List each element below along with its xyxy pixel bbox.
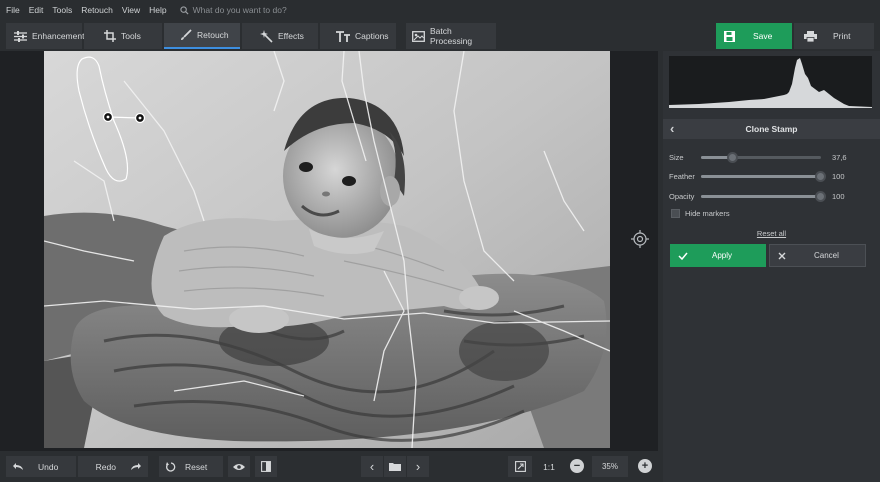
- fit-screen-icon: [514, 461, 526, 472]
- menu-edit[interactable]: Edit: [26, 0, 47, 20]
- histogram: [669, 56, 872, 108]
- opacity-slider-fill: [701, 194, 821, 198]
- bottom-bar: Undo Redo Reset ‹ › 1:1 − 35% +: [0, 451, 658, 482]
- menu-view[interactable]: View: [119, 0, 143, 20]
- hide-markers-label: Hide markers: [685, 209, 730, 218]
- opacity-slider-knob[interactable]: [815, 190, 826, 202]
- apply-label: Apply: [712, 251, 733, 260]
- compare-icon: [261, 461, 271, 472]
- opacity-label: Opacity: [669, 191, 695, 201]
- tab-effects[interactable]: Effects: [242, 23, 318, 49]
- redo-arrow-icon: [130, 462, 141, 471]
- back-chevron-icon[interactable]: ‹: [670, 122, 674, 136]
- feather-label: Feather: [669, 171, 695, 181]
- actual-size-button[interactable]: 1:1: [538, 456, 560, 477]
- redo-button[interactable]: Redo: [78, 456, 148, 477]
- sliders-icon: [14, 30, 27, 42]
- opacity-value: 100: [832, 191, 845, 201]
- search-placeholder: What do you want to do?: [192, 5, 287, 15]
- close-icon: [778, 252, 786, 260]
- size-label: Size: [669, 152, 684, 162]
- zoom-level[interactable]: 35%: [592, 456, 628, 477]
- hide-markers-option[interactable]: Hide markers: [671, 209, 730, 218]
- undo-label: Undo: [38, 461, 59, 472]
- clone-stamp-header: ‹ Clone Stamp: [663, 119, 880, 139]
- size-slider[interactable]: [701, 151, 821, 163]
- eye-preview-button[interactable]: [228, 456, 250, 477]
- tab-captions-label: Captions: [355, 31, 389, 41]
- fit-to-screen-button[interactable]: [508, 456, 532, 477]
- search-icon: [180, 5, 189, 15]
- printer-icon: [804, 30, 817, 42]
- cancel-label: Cancel: [814, 251, 839, 260]
- reset-label: Reset: [185, 461, 208, 472]
- print-button[interactable]: Print: [794, 23, 874, 49]
- panel-title: Clone Stamp: [745, 124, 798, 134]
- compare-button[interactable]: [255, 456, 277, 477]
- tab-enhancement-label: Enhancement: [32, 31, 85, 41]
- crop-icon: [104, 30, 116, 42]
- feather-slider-row: Feather 100: [669, 170, 874, 182]
- menu-help[interactable]: Help: [146, 0, 169, 20]
- menu-bar: File Edit Tools Retouch View Help What d…: [0, 0, 880, 20]
- text-icon: [336, 30, 350, 42]
- prev-image-button[interactable]: ‹: [361, 456, 383, 477]
- target-crosshair-icon[interactable]: [631, 230, 649, 250]
- apply-button[interactable]: Apply: [670, 244, 766, 267]
- next-image-button[interactable]: ›: [407, 456, 429, 477]
- menu-file[interactable]: File: [3, 0, 23, 20]
- photo-canvas[interactable]: [44, 51, 610, 448]
- chevron-left-icon: ‹: [369, 459, 375, 474]
- tab-effects-label: Effects: [278, 31, 304, 41]
- save-button[interactable]: Save: [716, 23, 792, 49]
- folder-icon: [389, 462, 401, 471]
- feather-slider-knob[interactable]: [815, 170, 826, 182]
- size-slider-knob[interactable]: [727, 151, 739, 163]
- chevron-right-icon: ›: [415, 459, 421, 474]
- zoom-out-icon[interactable]: −: [570, 459, 584, 473]
- search-box[interactable]: What do you want to do?: [180, 5, 287, 15]
- reset-all-link[interactable]: Reset all: [663, 229, 880, 238]
- menu-tools[interactable]: Tools: [49, 0, 75, 20]
- toolbar: Enhancement Tools Retouch Effects Captio…: [0, 20, 880, 51]
- tab-retouch-label: Retouch: [197, 30, 229, 40]
- eye-icon: [233, 463, 245, 471]
- reset-icon: [166, 461, 176, 472]
- right-panel: ‹ Clone Stamp Size 37,6 Feather 100 Opac…: [663, 51, 880, 482]
- size-slider-row: Size 37,6: [669, 151, 874, 163]
- checkmark-icon: [678, 252, 688, 260]
- hide-markers-checkbox[interactable]: [671, 209, 680, 218]
- vintage-baby-photo: [44, 51, 610, 448]
- feather-slider-fill: [701, 174, 821, 178]
- undo-button[interactable]: Undo: [6, 456, 76, 477]
- feather-slider[interactable]: [701, 170, 826, 182]
- open-folder-button[interactable]: [384, 456, 406, 477]
- magic-wand-icon: [260, 29, 273, 43]
- undo-arrow-icon: [13, 462, 24, 471]
- reset-button[interactable]: Reset: [159, 456, 223, 477]
- feather-value: 100: [832, 171, 845, 181]
- zoom-in-icon[interactable]: +: [638, 459, 652, 473]
- save-label: Save: [753, 31, 773, 41]
- opacity-slider[interactable]: [701, 190, 826, 202]
- batch-processing-label: Batch Processing: [430, 26, 473, 46]
- tab-tools[interactable]: Tools: [84, 23, 162, 49]
- canvas-area[interactable]: [0, 51, 658, 451]
- tab-captions[interactable]: Captions: [320, 23, 396, 49]
- floppy-disk-icon: [724, 30, 735, 42]
- redo-label: Redo: [95, 461, 116, 472]
- brush-icon: [180, 29, 192, 41]
- batch-images-icon: [412, 30, 425, 42]
- tab-tools-label: Tools: [121, 31, 141, 41]
- tab-retouch[interactable]: Retouch: [164, 23, 240, 49]
- opacity-slider-row: Opacity 100: [669, 190, 874, 202]
- tab-enhancement[interactable]: Enhancement: [6, 23, 85, 49]
- batch-processing-button[interactable]: Batch Processing: [406, 23, 496, 49]
- cancel-button[interactable]: Cancel: [769, 244, 866, 267]
- menu-retouch[interactable]: Retouch: [78, 0, 116, 20]
- size-value: 37,6: [832, 152, 847, 162]
- print-label: Print: [833, 31, 851, 41]
